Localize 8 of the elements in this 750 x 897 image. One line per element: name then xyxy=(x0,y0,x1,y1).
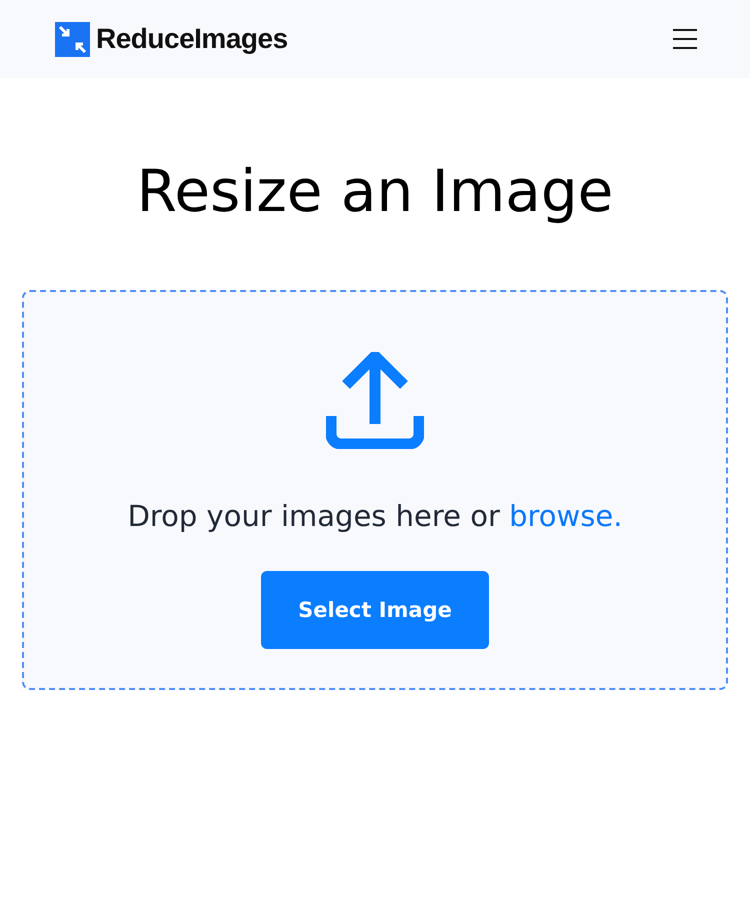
browse-link[interactable]: browse. xyxy=(509,499,622,533)
drop-prompt: Drop your images here or browse. xyxy=(128,499,622,533)
logo-text[interactable]: ReduceImages xyxy=(96,23,288,55)
page-title: Resize an Image xyxy=(136,156,614,226)
logo-icon xyxy=(55,22,90,56)
menu-icon xyxy=(672,28,698,50)
upload-icon xyxy=(326,352,424,449)
select-image-button[interactable]: Select Image xyxy=(261,571,489,649)
